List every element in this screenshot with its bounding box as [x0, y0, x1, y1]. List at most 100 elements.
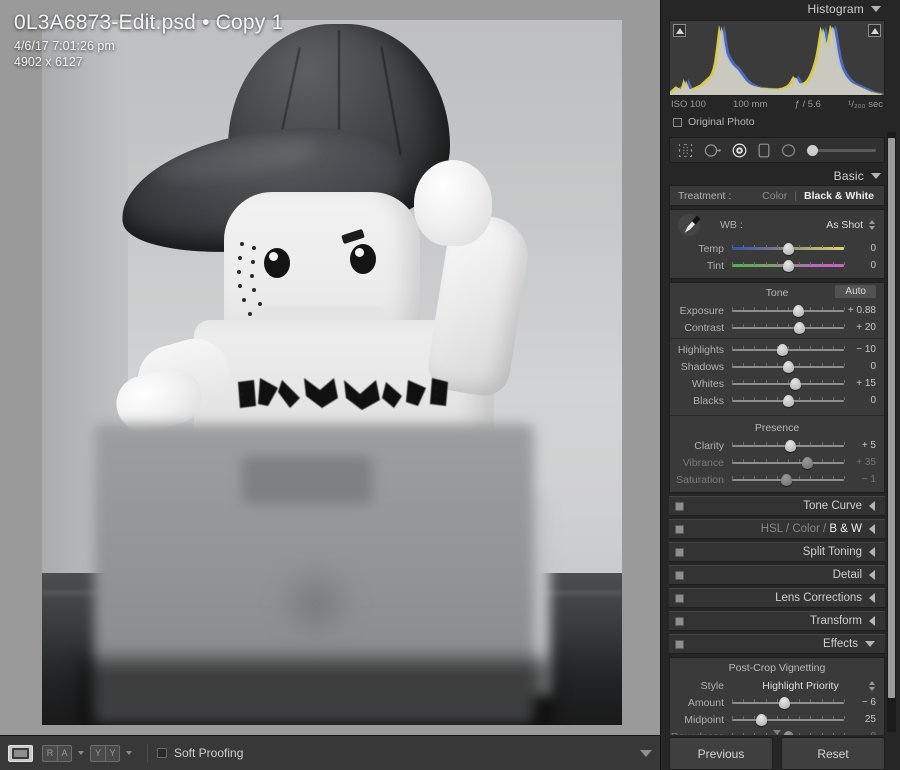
crop-overlay-icon[interactable]	[678, 143, 693, 158]
presence-saturation-value[interactable]: − 1	[846, 474, 884, 485]
reset-button[interactable]: Reset	[781, 737, 885, 770]
detail-chevron-left-icon[interactable]	[869, 570, 875, 580]
wb-tint-value[interactable]: 0	[846, 260, 884, 271]
split-toning-enable-switch[interactable]	[675, 547, 684, 557]
effects-panel-header[interactable]: Effects	[669, 634, 885, 654]
presence-clarity-row[interactable]: Clarity + 5	[670, 437, 884, 454]
vignette-amount-row[interactable]: Amount − 6	[670, 694, 884, 711]
vignette-midpoint-slider[interactable]	[732, 714, 845, 726]
panel-collapse-icon[interactable]	[773, 730, 781, 735]
split-toning-chevron-left-icon[interactable]	[869, 547, 875, 557]
loupe-view-button[interactable]	[8, 744, 33, 762]
presence-clarity-slider[interactable]	[732, 440, 845, 452]
tone-blacks-value[interactable]: 0	[846, 395, 884, 406]
panel-header-tone-curve[interactable]: Tone Curve	[669, 496, 885, 516]
wb-temp-row[interactable]: Temp 0	[670, 240, 884, 257]
tone-contrast-slider[interactable]	[732, 322, 845, 334]
basic-chevron-down-icon[interactable]	[871, 173, 881, 179]
tone-highlights-slider[interactable]	[732, 344, 845, 356]
auto-tone-button[interactable]: Auto	[835, 285, 876, 298]
vignette-midpoint-value[interactable]: 25	[846, 714, 884, 725]
vignette-amount-slider[interactable]	[732, 697, 845, 709]
presence-saturation-slider[interactable]	[732, 474, 845, 486]
transform-chevron-left-icon[interactable]	[869, 616, 875, 626]
highlight-clipping-indicator[interactable]	[868, 24, 881, 37]
basic-panel-header[interactable]: Basic	[661, 167, 893, 185]
wb-temp-slider[interactable]	[732, 243, 845, 255]
presence-saturation-row[interactable]: Saturation − 1	[670, 471, 884, 488]
graduated-filter-icon[interactable]	[758, 143, 770, 158]
image-content-area[interactable]: 0L3A6873-Edit.psd • Copy 1 4/6/17 7:01:2…	[0, 0, 660, 735]
tone-blacks-row[interactable]: Blacks 0	[670, 392, 884, 409]
wb-temp-value[interactable]: 0	[846, 243, 884, 254]
presence-vibrance-row[interactable]: Vibrance + 35	[670, 454, 884, 471]
original-photo-toggle[interactable]: Original Photo	[661, 110, 893, 133]
panel-header-hsl-color-bw[interactable]: HSL / Color / B & W	[669, 519, 885, 539]
spot-removal-icon[interactable]	[704, 143, 721, 158]
compare-view-button[interactable]: Y Y	[90, 744, 120, 762]
tone-highlights-value[interactable]: − 10	[846, 344, 884, 355]
before-after-chevron-down-icon[interactable]	[78, 751, 84, 755]
wb-tint-slider[interactable]	[732, 260, 845, 272]
lens-corrections-chevron-left-icon[interactable]	[869, 593, 875, 603]
tone-exposure-slider[interactable]	[732, 305, 845, 317]
panel-header-lens-corrections[interactable]: Lens Corrections	[669, 588, 885, 608]
transform-enable-switch[interactable]	[675, 616, 684, 626]
white-balance-selector-icon[interactable]	[676, 212, 706, 238]
develop-tool-strip[interactable]	[669, 137, 885, 163]
treatment-bw-option[interactable]: Black & White	[804, 190, 874, 202]
vignette-midpoint-row[interactable]: Midpoint 25	[670, 711, 884, 728]
vignette-style-stepper[interactable]	[869, 680, 884, 691]
white-balance-value[interactable]: As Shot	[826, 219, 869, 231]
treatment-color-option[interactable]: Color	[762, 190, 787, 202]
panel-header-split-toning[interactable]: Split Toning	[669, 542, 885, 562]
tone-exposure-value[interactable]: + 0.88	[846, 305, 884, 316]
presence-vibrance-value[interactable]: + 35	[846, 457, 884, 468]
tone-whites-slider[interactable]	[732, 378, 845, 390]
view-toolbar[interactable]: R A Y Y Soft Proofing	[0, 735, 660, 770]
wb-tint-row[interactable]: Tint 0	[670, 257, 884, 274]
panel-header-detail[interactable]: Detail	[669, 565, 885, 585]
panel-scrollbar-thumb[interactable]	[888, 138, 895, 698]
vignette-style-value[interactable]: Highlight Priority	[732, 680, 869, 692]
tone-whites-value[interactable]: + 15	[846, 378, 884, 389]
tone-highlights-row[interactable]: Highlights − 10	[670, 341, 884, 358]
tone-contrast-row[interactable]: Contrast + 20	[670, 319, 884, 336]
tone-blacks-slider[interactable]	[732, 395, 845, 407]
vignette-roundness-slider[interactable]	[732, 731, 845, 735]
original-photo-checkbox[interactable]	[673, 117, 682, 127]
effects-chevron-down-icon[interactable]	[865, 641, 875, 647]
soft-proofing-checkbox[interactable]	[157, 748, 167, 758]
tone-shadows-value[interactable]: 0	[846, 361, 884, 372]
histogram-header[interactable]: Histogram	[661, 0, 893, 18]
presence-vibrance-slider[interactable]	[732, 457, 845, 469]
tone-curve-enable-switch[interactable]	[675, 501, 684, 511]
compare-chevron-down-icon[interactable]	[126, 751, 132, 755]
before-after-button[interactable]: R A	[42, 744, 72, 762]
presence-clarity-value[interactable]: + 5	[846, 440, 884, 451]
photo-viewport[interactable]	[42, 20, 622, 725]
adjustment-brush-size-slider[interactable]	[807, 144, 876, 156]
panel-scrollbar[interactable]	[887, 132, 896, 732]
histogram-chevron-down-icon[interactable]	[871, 6, 881, 12]
detail-enable-switch[interactable]	[675, 570, 684, 580]
lens-corrections-enable-switch[interactable]	[675, 593, 684, 603]
shadow-clipping-indicator[interactable]	[673, 24, 686, 37]
brush-size-knob[interactable]	[807, 144, 818, 156]
tone-whites-row[interactable]: Whites + 15	[670, 375, 884, 392]
red-eye-correction-icon[interactable]	[732, 143, 747, 158]
vignette-amount-value[interactable]: − 6	[846, 697, 884, 708]
hsl-color-bw-enable-switch[interactable]	[675, 524, 684, 534]
tone-shadows-slider[interactable]	[732, 361, 845, 373]
tone-curve-chevron-left-icon[interactable]	[869, 501, 875, 511]
histogram-graph[interactable]	[669, 20, 885, 96]
hsl-color-bw-chevron-left-icon[interactable]	[869, 524, 875, 534]
tone-contrast-value[interactable]: + 20	[846, 322, 884, 333]
radial-filter-icon[interactable]	[781, 143, 796, 158]
effects-enable-switch[interactable]	[675, 639, 684, 649]
panel-header-transform[interactable]: Transform	[669, 611, 885, 631]
previous-button[interactable]: Previous	[669, 737, 773, 770]
tone-exposure-row[interactable]: Exposure + 0.88	[670, 302, 884, 319]
vignette-roundness-value[interactable]: 0	[846, 731, 884, 735]
toolbar-collapse-chevron-down-icon[interactable]	[640, 749, 652, 757]
